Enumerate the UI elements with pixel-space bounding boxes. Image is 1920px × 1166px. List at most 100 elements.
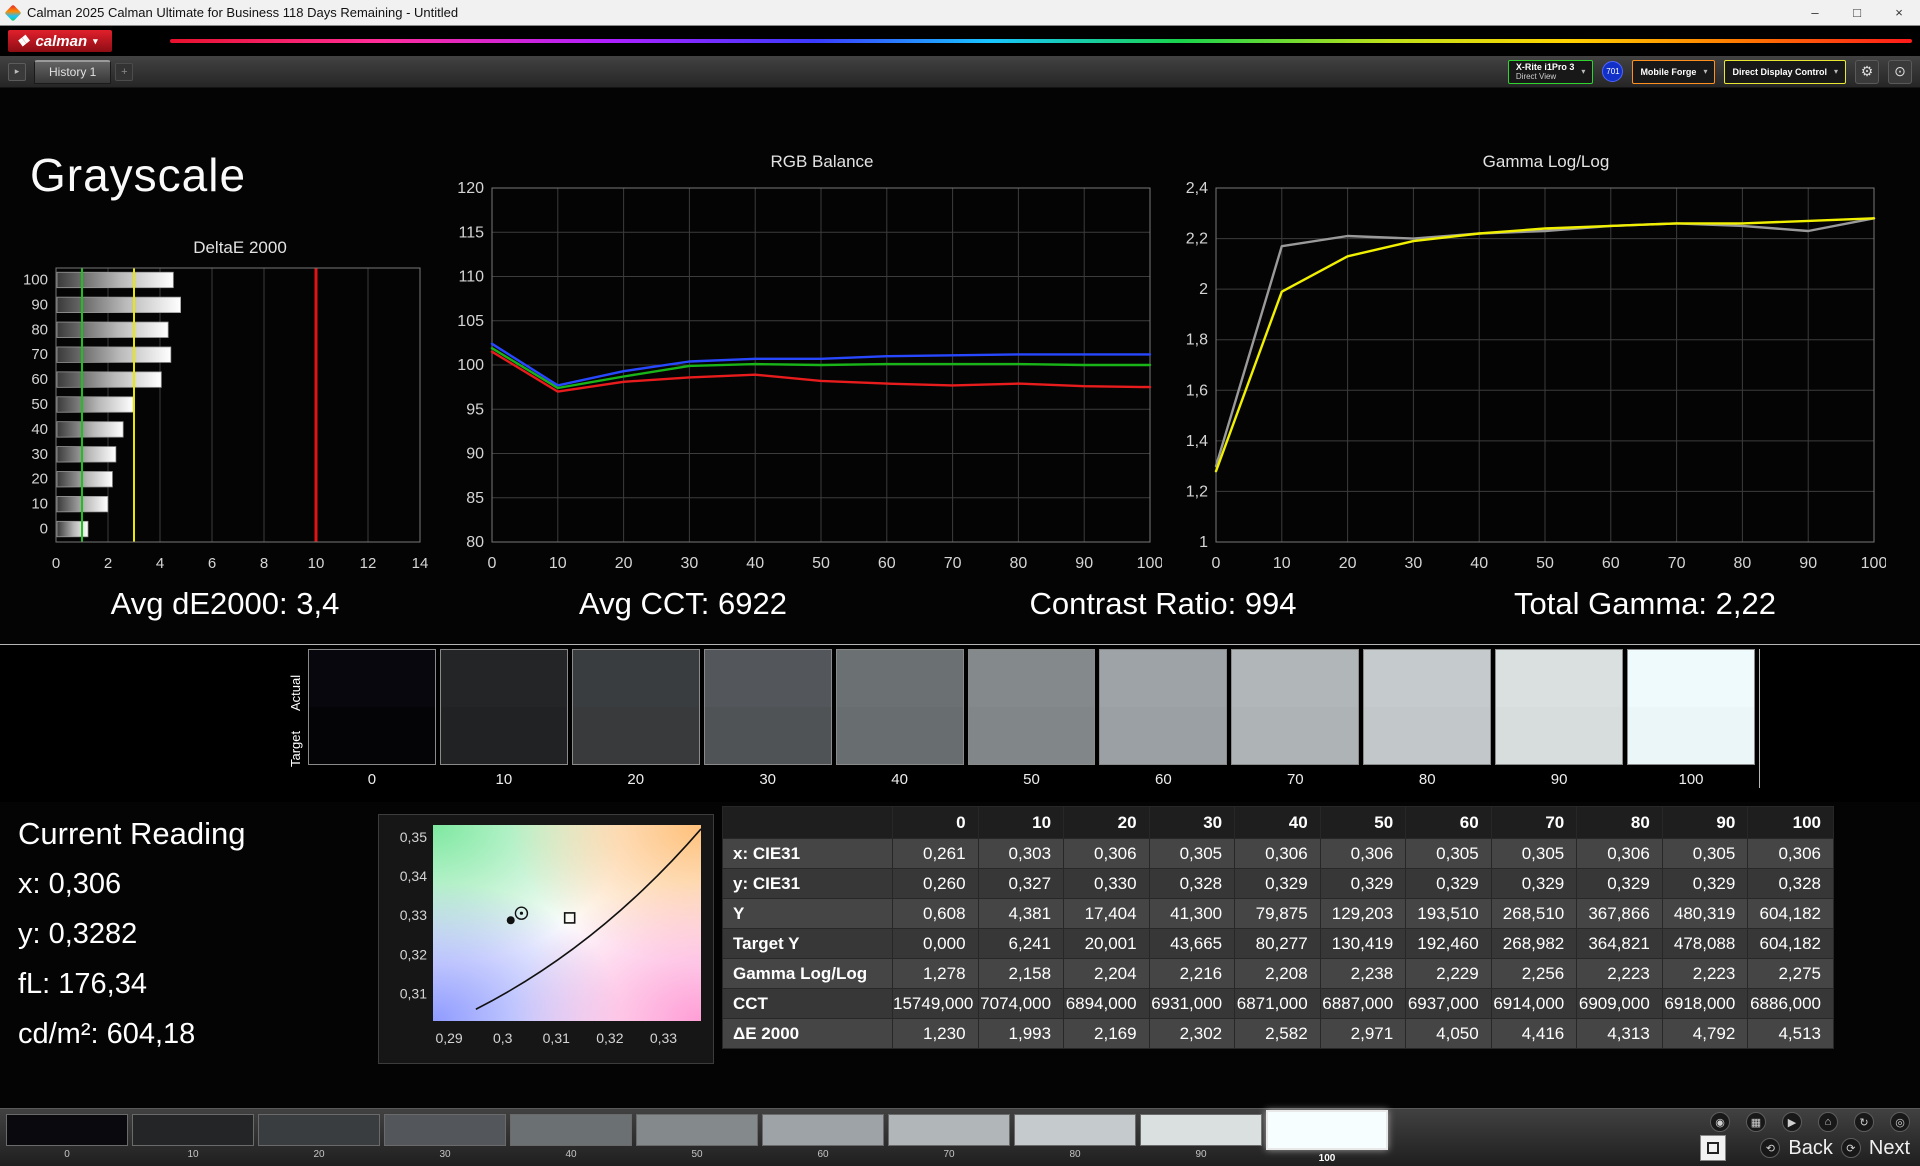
svg-text:30: 30 xyxy=(681,555,699,572)
back-button[interactable]: Back xyxy=(1788,1137,1832,1160)
table-cell: 4,381 xyxy=(977,898,1065,929)
pattern-patch-40[interactable]: 40 xyxy=(510,1114,632,1164)
svg-text:80: 80 xyxy=(1010,555,1028,572)
pattern-patch-0[interactable]: 0 xyxy=(6,1114,128,1164)
next-icon[interactable]: ⟳ xyxy=(1840,1138,1861,1158)
patch-label: 40 xyxy=(565,1149,577,1160)
back-icon[interactable]: ⟲ xyxy=(1760,1138,1781,1158)
table-col-header: 80 xyxy=(1576,806,1663,839)
table-cell: 604,182 xyxy=(1747,928,1834,959)
table-col-header: 90 xyxy=(1661,806,1749,839)
table-cell: 2,223 xyxy=(1576,958,1663,989)
meter-mode: Direct View xyxy=(1515,71,1557,81)
target-icon[interactable]: ◎ xyxy=(1890,1112,1910,1132)
source-dropdown[interactable]: Mobile Forge ▾ xyxy=(1632,59,1716,84)
table-cell: 0,305 xyxy=(1405,838,1492,869)
display-control-dropdown[interactable]: Direct Display Control ▾ xyxy=(1724,59,1846,84)
table-cell: 41,300 xyxy=(1148,898,1236,929)
svg-text:0,34: 0,34 xyxy=(400,868,427,884)
svg-text:10: 10 xyxy=(1273,555,1291,572)
pattern-patch-20[interactable]: 20 xyxy=(258,1114,380,1164)
target-row-label: Target xyxy=(288,730,303,767)
app-icon xyxy=(4,4,22,21)
pattern-patch-10[interactable]: 10 xyxy=(132,1114,254,1164)
table-col-header: 60 xyxy=(1405,806,1492,839)
svg-text:70: 70 xyxy=(944,555,962,572)
play-icon[interactable]: ▶ xyxy=(1782,1112,1802,1132)
collapse-panel-button[interactable]: ▸ xyxy=(8,62,26,81)
swatch-actual xyxy=(1628,650,1754,707)
patch-swatch xyxy=(1266,1110,1388,1150)
patch-label: 90 xyxy=(1195,1149,1207,1160)
calman-logo-menu[interactable]: ❖ calman ▾ xyxy=(8,30,112,52)
meter-dropdown[interactable]: X-Rite i1Pro 3 Direct View ▾ xyxy=(1507,59,1594,84)
patch-label: 50 xyxy=(691,1149,703,1160)
add-tab-button[interactable]: + xyxy=(115,62,134,81)
pattern-patch-50[interactable]: 50 xyxy=(636,1114,758,1164)
patch-swatch xyxy=(888,1114,1010,1146)
table-row-label: CCT xyxy=(722,988,893,1019)
power-icon[interactable]: ⊙ xyxy=(1888,59,1912,84)
svg-text:4: 4 xyxy=(156,555,164,572)
swatch-target xyxy=(572,707,699,764)
table-cell: 43,665 xyxy=(1148,928,1236,959)
swatch-label: 50 xyxy=(1023,771,1040,788)
grayscale-swatch-70: 70 xyxy=(1231,649,1360,788)
table-row-label: ΔE 2000 xyxy=(722,1018,893,1049)
svg-text:0,33: 0,33 xyxy=(400,907,427,923)
table-cell: 0,329 xyxy=(1490,868,1578,899)
grayscale-swatch-30: 30 xyxy=(703,649,832,788)
svg-text:115: 115 xyxy=(458,224,484,241)
grid-icon[interactable]: ▦ xyxy=(1746,1112,1766,1132)
pattern-patch-60[interactable]: 60 xyxy=(762,1114,884,1164)
table-cell: 6918,000 xyxy=(1661,988,1749,1019)
swatch-label: 90 xyxy=(1550,771,1568,788)
chevron-down-icon: ▾ xyxy=(1581,67,1586,76)
pattern-patch-70[interactable]: 70 xyxy=(888,1114,1010,1164)
gear-icon[interactable]: ⚙ xyxy=(1855,59,1879,84)
close-button[interactable]: × xyxy=(1878,0,1920,25)
swatch-target xyxy=(440,707,567,764)
table-cell: 80,277 xyxy=(1234,928,1321,959)
svg-text:20: 20 xyxy=(31,471,48,488)
pattern-patch-100[interactable]: 100 xyxy=(1266,1110,1388,1164)
table-cell: 6931,000 xyxy=(1148,988,1236,1019)
svg-text:70: 70 xyxy=(1668,555,1686,572)
patch-label: 100 xyxy=(1318,1153,1336,1164)
table-cell: 130,419 xyxy=(1319,928,1407,959)
window-title: Calman 2025 Calman Ultimate for Business… xyxy=(27,5,459,20)
pattern-window-button[interactable] xyxy=(1700,1135,1727,1161)
meter-name: X-Rite i1Pro 3 xyxy=(1515,61,1575,72)
table-cell: 0,306 xyxy=(1063,838,1150,869)
tab-history-1[interactable]: History 1 xyxy=(34,59,112,84)
svg-text:90: 90 xyxy=(1075,555,1093,572)
patch-swatch xyxy=(762,1114,884,1146)
minimize-button[interactable]: – xyxy=(1794,0,1836,25)
svg-text:30: 30 xyxy=(31,446,48,463)
pattern-patch-80[interactable]: 80 xyxy=(1014,1114,1136,1164)
next-button[interactable]: Next xyxy=(1869,1137,1910,1160)
patch-swatch xyxy=(510,1114,632,1146)
pattern-patch-90[interactable]: 90 xyxy=(1140,1114,1262,1164)
swatch-label: 100 xyxy=(1678,771,1704,788)
table-row-label: Y xyxy=(722,898,893,929)
home-icon[interactable]: ⌂ xyxy=(1818,1112,1838,1132)
svg-text:2,4: 2,4 xyxy=(1186,180,1208,197)
deltae-chart-title: DeltaE 2000 xyxy=(193,238,287,257)
table-cell: 0,306 xyxy=(1747,838,1834,869)
avg-cct-stat: Avg CCT: 6922 xyxy=(579,586,787,621)
refresh-icon[interactable]: ↻ xyxy=(1854,1112,1874,1132)
svg-text:50: 50 xyxy=(812,555,830,572)
pattern-patch-30[interactable]: 30 xyxy=(384,1114,506,1164)
table-cell: 268,982 xyxy=(1490,928,1578,959)
table-cell: 0,329 xyxy=(1234,868,1321,899)
maximize-button[interactable]: □ xyxy=(1836,0,1878,25)
svg-text:0: 0 xyxy=(488,555,497,572)
grayscale-swatch-50: 50 xyxy=(967,649,1096,788)
gamma-chart-plot: 1 1,2 1,4 1,6 1,8 2 2,2 2,4 0 10 20 30 40 50 60 70 80 90 1… xyxy=(1170,176,1886,588)
snapshot-icon[interactable]: ◉ xyxy=(1710,1112,1730,1132)
svg-text:0,33: 0,33 xyxy=(650,1030,677,1046)
table-col-header: 100 xyxy=(1747,806,1834,839)
table-cell: 480,319 xyxy=(1661,898,1749,929)
table-cell: 6871,000 xyxy=(1234,988,1321,1019)
